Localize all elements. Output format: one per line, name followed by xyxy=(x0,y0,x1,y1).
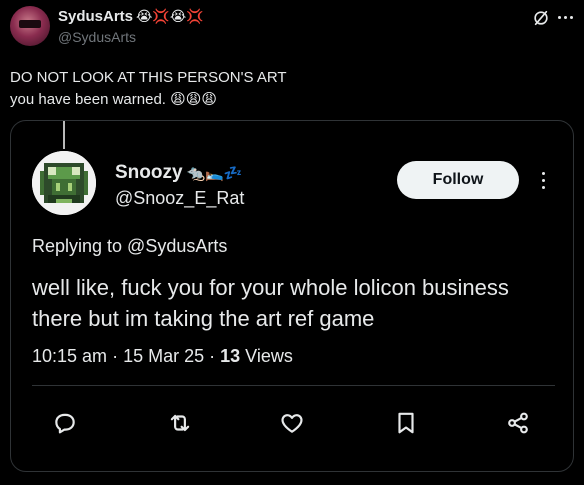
author-name-text[interactable]: SydusArts xyxy=(58,8,133,25)
tweet-date[interactable]: 15 Mar 25 xyxy=(123,346,204,366)
replying-to[interactable]: Replying to @SydusArts xyxy=(32,236,227,257)
tweet-meta: 10:15 am · 15 Mar 25 · 13 Views xyxy=(32,346,293,367)
quoted-more-icon[interactable] xyxy=(538,168,548,192)
tweet-text: DO NOT LOOK AT THIS PERSON'S ART you hav… xyxy=(10,67,570,111)
quoted-tweet-card[interactable]: Snoozy 🐀🛌💤 @Snooz_E_Rat Follow Replying t… xyxy=(10,120,574,472)
quoted-tweet-text-line: well like, fuck you for your whole lolic… xyxy=(32,275,509,300)
retweet-icon xyxy=(170,414,190,432)
quoted-author-avatar[interactable] xyxy=(32,151,96,215)
grok-icon[interactable] xyxy=(531,8,551,28)
more-icon[interactable] xyxy=(553,6,577,28)
retweet-button[interactable] xyxy=(165,408,195,438)
quoted-tweet-text: well like, fuck you for your whole lolic… xyxy=(32,272,572,334)
author-name[interactable]: SydusArts 😭💢😭💢 xyxy=(58,8,204,25)
reply-button[interactable] xyxy=(50,408,80,438)
divider xyxy=(32,385,555,386)
meta-separator: · xyxy=(112,346,119,366)
quoted-author-name[interactable]: Snoozy 🐀🛌💤 xyxy=(115,162,243,184)
bookmark-button[interactable] xyxy=(391,408,421,438)
tweet-text-line: DO NOT LOOK AT THIS PERSON'S ART xyxy=(10,69,287,86)
bookmark-icon xyxy=(398,412,414,434)
like-icon xyxy=(281,414,303,433)
quoted-author-name-text[interactable]: Snoozy xyxy=(115,162,183,183)
quoted-author-handle[interactable]: @Snooz_E_Rat xyxy=(115,188,244,209)
tweet-text-line: you have been warned. 😩😩😩 xyxy=(10,91,218,108)
avatar-hanging-string xyxy=(63,121,65,149)
reply-icon xyxy=(55,413,75,434)
quoted-author-emojis: 🐀🛌💤 xyxy=(186,165,243,182)
author-handle[interactable]: @SydusArts xyxy=(58,29,136,45)
views-label: Views xyxy=(245,346,293,366)
follow-button[interactable]: Follow xyxy=(397,161,519,199)
share-button[interactable] xyxy=(503,408,533,438)
share-icon xyxy=(508,412,528,434)
author-avatar[interactable] xyxy=(10,6,50,46)
like-button[interactable] xyxy=(277,408,307,438)
author-name-emojis: 😭💢😭💢 xyxy=(136,8,204,24)
views-count: 13 xyxy=(220,346,241,366)
quoted-tweet-text-line: there but im taking the art ref game xyxy=(32,306,375,331)
tweet-time[interactable]: 10:15 am xyxy=(32,346,107,366)
meta-separator: · xyxy=(209,346,216,366)
